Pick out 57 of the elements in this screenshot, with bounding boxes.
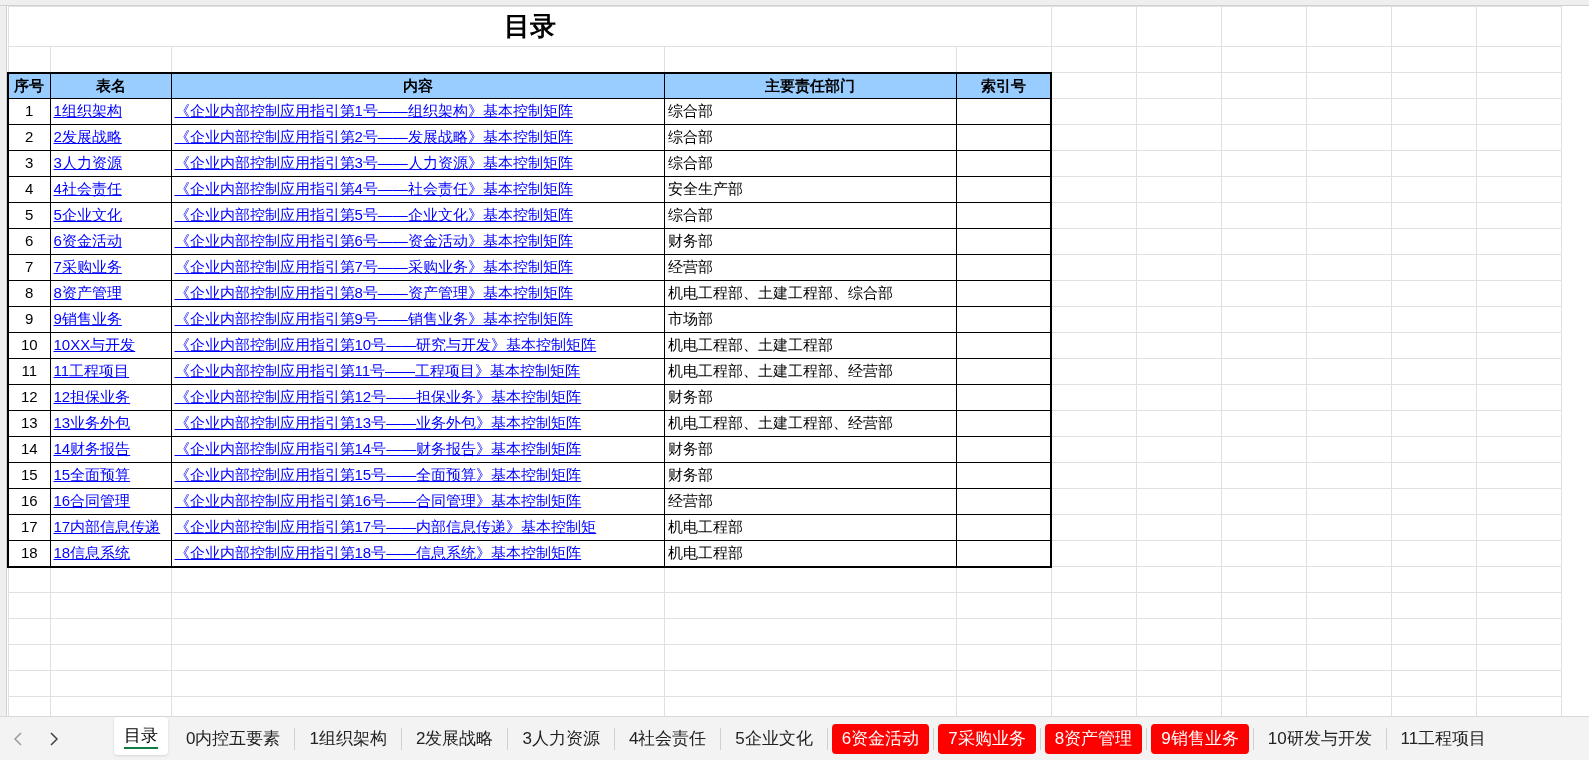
chevron-left-icon — [13, 730, 23, 747]
sheet-tab[interactable]: 5企业文化 — [725, 723, 823, 754]
table-cell: 综合部 — [664, 124, 956, 151]
row-number: 9 — [8, 306, 50, 333]
row-number: 3 — [8, 150, 50, 177]
column-header: 序号 — [8, 72, 50, 99]
table-cell: 经营部 — [664, 488, 956, 515]
sheet-tab[interactable]: 1组织架构 — [299, 723, 397, 754]
row-number: 17 — [8, 514, 50, 541]
sheet-tab[interactable]: 4社会责任 — [618, 723, 717, 754]
sheet-tab[interactable]: 6资金活动 — [831, 723, 930, 754]
sheet-tab[interactable]: 11工程项目 — [1390, 723, 1497, 754]
row-number: 6 — [8, 228, 50, 255]
row-number: 4 — [8, 176, 50, 203]
row-number: 1 — [8, 98, 50, 125]
sheet-tab[interactable]: 9销售业务 — [1151, 723, 1249, 754]
row-number: 18 — [8, 540, 50, 567]
sheet-tab[interactable]: 3人力资源 — [512, 723, 610, 754]
row-number: 2 — [8, 124, 50, 151]
table-cell: 综合部 — [664, 202, 956, 229]
table-cell: 经营部 — [664, 254, 956, 281]
column-header: 表名 — [50, 72, 171, 99]
table-cell: 机电工程部、土建工程部 — [664, 332, 956, 359]
row-number: 10 — [8, 332, 50, 359]
sheet-tab[interactable]: 目录 — [114, 716, 168, 755]
chevron-right-icon — [49, 730, 59, 747]
sheet-tab[interactable]: 7采购业务 — [938, 723, 1036, 754]
table-cell: 安全生产部 — [664, 176, 956, 203]
table-cell: 机电工程部 — [664, 514, 956, 541]
row-number: 15 — [8, 462, 50, 489]
column-header: 内容 — [171, 72, 664, 99]
row-number: 14 — [8, 436, 50, 463]
row-number: 11 — [8, 358, 50, 385]
table-cell: 机电工程部、土建工程部、经营部 — [664, 358, 956, 385]
table-cell: 财务部 — [664, 384, 956, 411]
sheet-tab[interactable]: 10研发与开发 — [1257, 723, 1382, 754]
sheet-tab[interactable]: 8资产管理 — [1044, 723, 1143, 754]
table-cell: 机电工程部、土建工程部、经营部 — [664, 410, 956, 437]
sheet-tab[interactable]: 2发展战略 — [405, 723, 504, 754]
row-number: 8 — [8, 280, 50, 307]
row-number: 7 — [8, 254, 50, 281]
row-number: 12 — [8, 384, 50, 411]
table-cell: 综合部 — [664, 98, 956, 125]
table-cell: 综合部 — [664, 150, 956, 177]
sheet-tab[interactable]: 0内控五要素 — [176, 723, 291, 754]
row-number: 13 — [8, 410, 50, 437]
column-header: 索引号 — [956, 72, 1052, 99]
column-header: 主要责任部门 — [664, 72, 956, 99]
table-cell: 机电工程部、土建工程部、综合部 — [664, 280, 956, 307]
table-cell: 财务部 — [664, 462, 956, 489]
table-cell: 机电工程部 — [664, 540, 956, 567]
table-cell: 市场部 — [664, 306, 956, 333]
table-cell: 财务部 — [664, 436, 956, 463]
table-cell: 财务部 — [664, 228, 956, 255]
sheet-title: 目录 — [503, 11, 556, 41]
row-number: 16 — [8, 488, 50, 515]
row-number: 5 — [8, 202, 50, 229]
